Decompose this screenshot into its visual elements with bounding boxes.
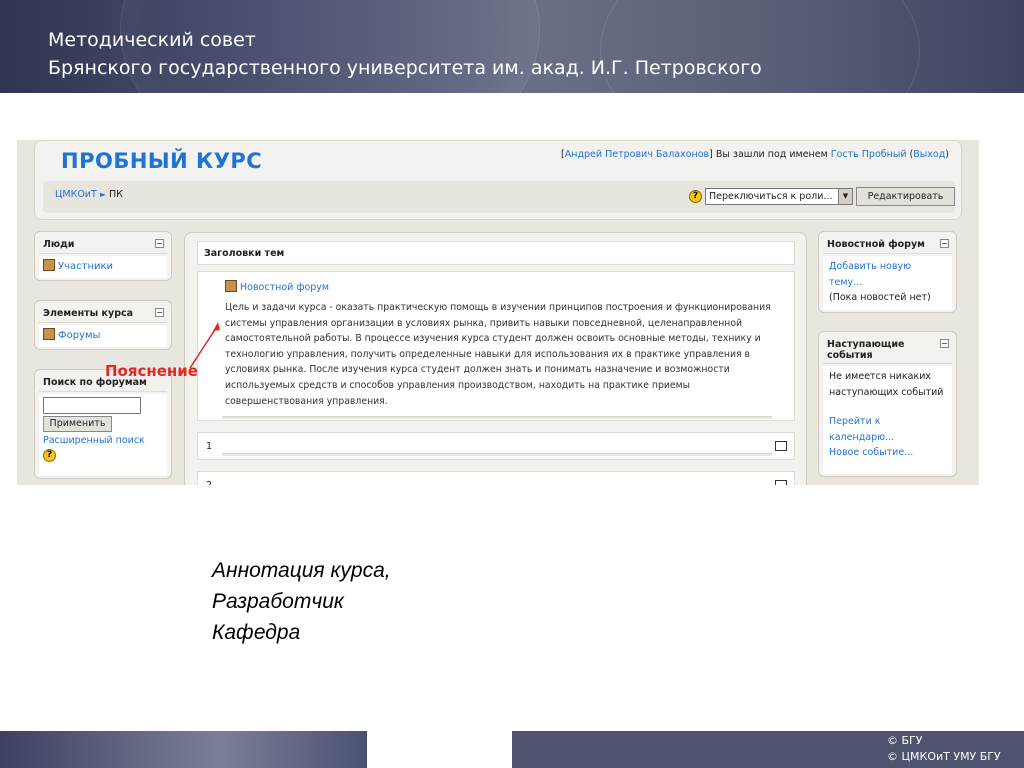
course-title: ПРОБНЫЙ КУРС — [61, 149, 263, 173]
caption-line2: Разработчик — [212, 590, 344, 613]
breadcrumb: ЦМКОиТ ► ПК — [55, 189, 123, 200]
topics-header: Заголовки тем — [197, 241, 795, 265]
collapse-icon[interactable]: − — [940, 339, 949, 348]
section-divider — [222, 453, 772, 456]
news-forum-block: Новостной форум − Добавить новую тему...… — [818, 231, 957, 313]
help-icon[interactable]: ? — [43, 449, 56, 462]
advanced-search-link[interactable]: Расширенный поиск — [43, 435, 163, 446]
course-elements-block-title: Элементы курса − — [39, 305, 167, 323]
course-summary-section: Новостной форум Цель и задачи курса - ок… — [197, 271, 795, 421]
no-events-text: Не имеется никаких наступающих событий — [829, 371, 944, 398]
forums-link[interactable]: Форумы — [58, 330, 100, 341]
topic-toggle-icon[interactable] — [775, 441, 787, 451]
topic-toggle-icon[interactable] — [775, 480, 787, 485]
news-forum-block-body: Добавить новую тему... (Пока новостей не… — [823, 256, 952, 310]
people-block-body: Участники — [39, 256, 167, 278]
no-news-text: (Пока новостей нет) — [829, 292, 931, 303]
upcoming-events-block-body: Не имеется никаких наступающих событий П… — [823, 366, 952, 474]
news-forum-icon — [225, 280, 237, 292]
collapse-icon[interactable]: − — [940, 239, 949, 248]
slide-caption: Аннотация курса, Разработчик Кафедра — [212, 555, 391, 648]
slide-title-line2: Брянского государственного университета … — [48, 57, 762, 79]
login-paren-close: ) — [945, 149, 949, 160]
forum-search-block-body: Применить Расширенный поиск ? — [39, 394, 167, 476]
topic-section-1: 1 — [197, 432, 795, 460]
upcoming-events-block-title: Наступающие события − — [823, 336, 952, 364]
forums-icon — [43, 328, 55, 340]
people-block-title: Люди − — [39, 236, 167, 254]
forum-search-input[interactable] — [43, 397, 141, 414]
news-forum-block-title: Новостной форум − — [823, 236, 952, 254]
footer: © БГУ © ЦМКОиТ УМУ БГУ — [512, 731, 1024, 768]
switch-role-value: Переключиться к роли... — [709, 191, 833, 202]
footer-line2: © ЦМКОиТ УМУ БГУ — [887, 750, 1001, 763]
topic-number: 2 — [206, 480, 212, 485]
course-main-content: Заголовки тем Новостной форум Цель и зад… — [184, 232, 807, 485]
caption-line1: Аннотация курса, — [212, 559, 391, 582]
moodle-screenshot: ПРОБНЫЙ КУРС [Андрей Петрович Балахонов]… — [17, 140, 979, 485]
navbar: ЦМКОиТ ► ПК ? Переключиться к роли... ▼ … — [43, 181, 955, 213]
user-profile-link[interactable]: Андрей Петрович Балахонов — [565, 149, 709, 160]
forum-search-block: Поиск по форумам Применить Расширенный п… — [34, 369, 172, 479]
course-elements-block: Элементы курса − Форумы — [34, 300, 172, 350]
upcoming-events-block: Наступающие события − Не имеется никаких… — [818, 331, 957, 477]
collapse-icon[interactable]: − — [155, 239, 164, 248]
logout-link[interactable]: Выход — [913, 149, 945, 160]
footer-decoration — [0, 731, 367, 768]
course-header: ПРОБНЫЙ КУРС [Андрей Петрович Балахонов]… — [34, 140, 962, 220]
news-forum-item: Новостной форум — [225, 280, 329, 293]
annotation-label: Пояснение — [105, 362, 198, 380]
login-info: [Андрей Петрович Балахонов] Вы зашли под… — [561, 149, 949, 160]
login-middle-text: ] Вы зашли под именем — [709, 149, 831, 160]
participants-link[interactable]: Участники — [58, 261, 113, 272]
guest-profile-link[interactable]: Гость Пробный — [831, 149, 907, 160]
topic-section-2: 2 — [197, 471, 795, 485]
switch-role-select[interactable]: Переключиться к роли... ▼ — [705, 188, 853, 205]
add-topic-link[interactable]: Добавить новую тему... — [829, 261, 911, 288]
breadcrumb-current: ПК — [109, 189, 123, 200]
collapse-icon[interactable]: − — [155, 308, 164, 317]
dropdown-arrow-icon[interactable]: ▼ — [838, 189, 852, 204]
slide-title: Методический совет Брянского государстве… — [48, 26, 762, 82]
edit-button[interactable]: Редактировать — [856, 187, 955, 206]
course-elements-block-body: Форумы — [39, 325, 167, 347]
topic-number: 1 — [206, 441, 213, 452]
slide-header: Методический совет Брянского государстве… — [0, 0, 1024, 93]
new-event-link[interactable]: Новое событие... — [829, 447, 913, 458]
section-divider — [222, 416, 772, 419]
participants-icon — [43, 259, 55, 271]
breadcrumb-home-link[interactable]: ЦМКОиТ — [55, 189, 97, 200]
calendar-link[interactable]: Перейти к календарю... — [829, 416, 894, 443]
footer-line1: © БГУ — [887, 734, 923, 747]
footer-copyright: © БГУ © ЦМКОиТ УМУ БГУ — [887, 733, 1001, 765]
course-description: Цель и задачи курса - оказать практическ… — [225, 302, 771, 407]
slide-title-line1: Методический совет — [48, 29, 256, 51]
breadcrumb-separator-icon: ► — [99, 190, 106, 199]
apply-search-button[interactable]: Применить — [43, 416, 112, 432]
help-icon[interactable]: ? — [689, 190, 702, 203]
caption-line3: Кафедра — [212, 621, 301, 644]
news-forum-link[interactable]: Новостной форум — [240, 282, 329, 293]
people-block: Люди − Участники — [34, 231, 172, 281]
